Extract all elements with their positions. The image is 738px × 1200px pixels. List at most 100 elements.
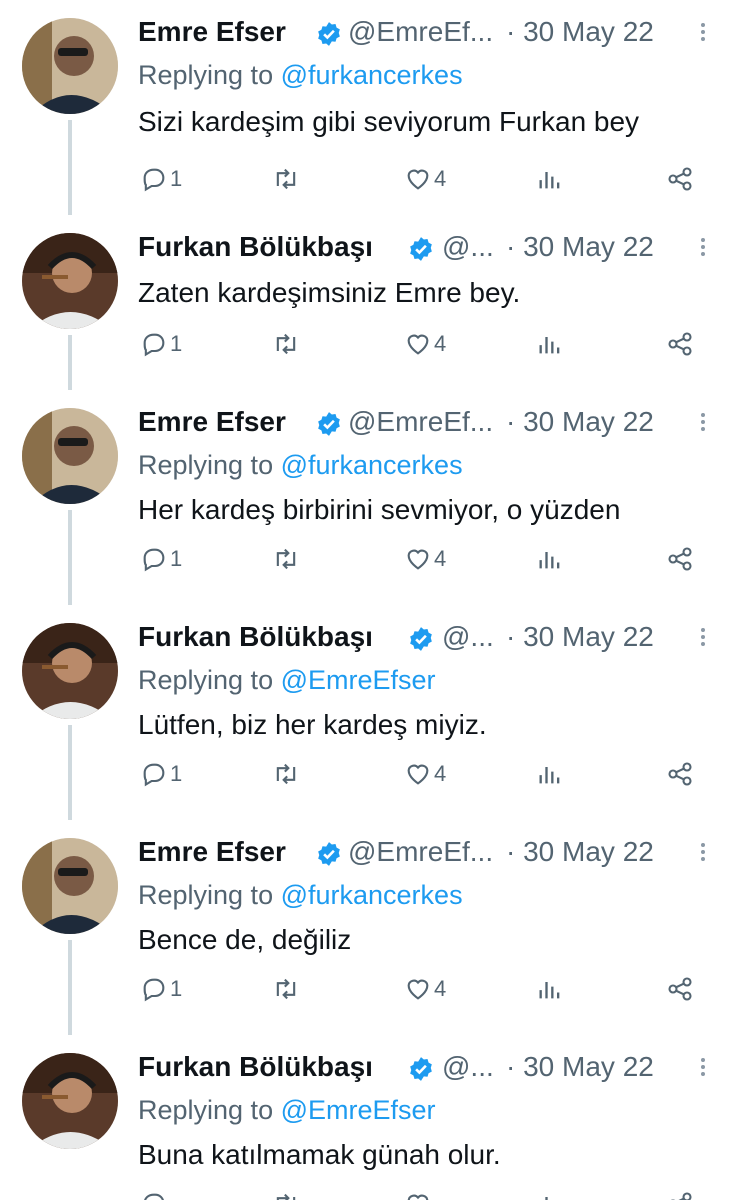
tweet[interactable]: Emre Efser @EmreEf... · 30 May 22 Replyi…	[0, 820, 738, 1035]
like-button[interactable]: 4	[404, 972, 446, 1006]
avatar[interactable]	[22, 18, 118, 114]
share-button[interactable]	[666, 542, 694, 576]
like-count: 4	[434, 166, 447, 191]
retweet-icon	[276, 168, 296, 190]
share-button[interactable]	[666, 162, 694, 196]
share-icon	[668, 167, 692, 191]
mention-link[interactable]: @furkancerkes	[281, 450, 463, 480]
more-icon[interactable]	[698, 20, 708, 48]
tweet[interactable]: Furkan Bölükbaşı @... · 30 May 22 Replyi…	[0, 605, 738, 820]
user-handle[interactable]: @EmreEf...	[348, 16, 493, 48]
more-icon[interactable]	[698, 840, 708, 868]
action-bar: 1 4	[138, 542, 728, 576]
retweet-button[interactable]	[272, 542, 300, 576]
more-icon[interactable]	[698, 625, 708, 653]
display-name[interactable]: Furkan Bölükbaşı	[138, 621, 373, 653]
like-button[interactable]	[404, 1187, 432, 1200]
avatar[interactable]	[22, 838, 118, 934]
tweet-date[interactable]: · 30 May 22	[506, 406, 654, 438]
reply-button[interactable]	[140, 1187, 168, 1200]
display-name[interactable]: Emre Efser	[138, 16, 286, 48]
tweet-date[interactable]: · 30 May 22	[506, 16, 654, 48]
user-handle[interactable]: @...	[442, 1051, 494, 1083]
tweet-text: Buna katılmamak günah olur.	[138, 1139, 501, 1170]
user-handle[interactable]: @EmreEf...	[348, 406, 493, 438]
user-handle[interactable]: @...	[442, 231, 494, 263]
reply-icon	[143, 168, 165, 192]
display-name[interactable]: Furkan Bölükbaşı	[138, 231, 373, 263]
display-name[interactable]: Furkan Bölükbaşı	[138, 1051, 373, 1083]
views-button[interactable]	[536, 757, 564, 791]
views-button[interactable]	[536, 327, 564, 361]
share-button[interactable]	[666, 972, 694, 1006]
avatar[interactable]	[22, 233, 118, 329]
verified-badge-icon	[410, 627, 432, 651]
thread-line	[68, 510, 72, 605]
thread-line	[68, 120, 72, 215]
avatar-image	[22, 1053, 118, 1149]
replying-to: Replying to @furkancerkes	[138, 60, 463, 91]
reply-button[interactable]: 1	[140, 972, 182, 1006]
share-button[interactable]	[666, 327, 694, 361]
mention-link[interactable]: @furkancerkes	[281, 60, 463, 90]
like-button[interactable]: 4	[404, 162, 446, 196]
tweet-date[interactable]: · 30 May 22	[506, 621, 654, 653]
retweet-icon	[276, 333, 296, 355]
mention-link[interactable]: @EmreEfser	[281, 1095, 436, 1125]
like-button[interactable]: 4	[404, 327, 446, 361]
tweet[interactable]: Furkan Bölükbaşı @... · 30 May 22 Zaten …	[0, 215, 738, 390]
display-name[interactable]: Emre Efser	[138, 406, 286, 438]
tweet-text: Zaten kardeşimsiniz Emre bey.	[138, 277, 521, 308]
retweet-button[interactable]	[272, 327, 300, 361]
tweet-date[interactable]: · 30 May 22	[506, 836, 654, 868]
user-handle[interactable]: @...	[442, 621, 494, 653]
user-handle[interactable]: @EmreEf...	[348, 836, 493, 868]
retweet-button[interactable]	[272, 972, 300, 1006]
verified-badge-icon	[318, 842, 340, 866]
tweet[interactable]: Furkan Bölükbaşı @... · 30 May 22 Replyi…	[0, 1035, 738, 1200]
tweet[interactable]: Emre Efser @EmreEf... · 30 May 22 Replyi…	[0, 0, 738, 215]
views-button[interactable]	[536, 162, 564, 196]
thread-line	[68, 335, 72, 390]
reply-icon	[143, 763, 165, 787]
retweet-button[interactable]	[272, 1187, 300, 1200]
avatar-image	[22, 233, 118, 329]
action-bar: 1 4	[138, 162, 728, 196]
display-name[interactable]: Emre Efser	[138, 836, 286, 868]
tweet[interactable]: Emre Efser @EmreEf... · 30 May 22 Replyi…	[0, 390, 738, 605]
reply-button[interactable]: 1	[140, 327, 182, 361]
share-icon	[668, 332, 692, 356]
like-button[interactable]: 4	[404, 542, 446, 576]
action-bar: 1 4	[138, 757, 728, 791]
replying-to-label: Replying to	[138, 60, 281, 90]
views-button[interactable]	[536, 1187, 564, 1200]
tweet-date[interactable]: · 30 May 22	[506, 1051, 654, 1083]
reply-count: 1	[170, 166, 183, 191]
share-button[interactable]	[666, 757, 694, 791]
reply-button[interactable]: 1	[140, 162, 182, 196]
action-bar	[138, 1187, 728, 1200]
avatar[interactable]	[22, 623, 118, 719]
more-icon[interactable]	[698, 410, 708, 438]
reply-count: 1	[170, 546, 183, 571]
reply-button[interactable]: 1	[140, 757, 182, 791]
conversation-thread: Emre Efser @EmreEf... · 30 May 22 Replyi…	[0, 0, 738, 1200]
replying-to-label: Replying to	[138, 450, 281, 480]
reply-button[interactable]: 1	[140, 542, 182, 576]
views-button[interactable]	[536, 542, 564, 576]
retweet-button[interactable]	[272, 162, 300, 196]
mention-link[interactable]: @furkancerkes	[281, 880, 463, 910]
avatar[interactable]	[22, 408, 118, 504]
more-icon[interactable]	[698, 235, 708, 263]
tweet-text: Lütfen, biz her kardeş miyiz.	[138, 709, 487, 740]
avatar[interactable]	[22, 1053, 118, 1149]
views-button[interactable]	[536, 972, 564, 1006]
heart-icon	[407, 549, 429, 570]
tweet-date[interactable]: · 30 May 22	[506, 231, 654, 263]
like-button[interactable]: 4	[404, 757, 446, 791]
retweet-button[interactable]	[272, 757, 300, 791]
heart-icon	[407, 169, 429, 190]
mention-link[interactable]: @EmreEfser	[281, 665, 436, 695]
more-icon[interactable]	[698, 1055, 708, 1083]
share-button[interactable]	[666, 1187, 694, 1200]
